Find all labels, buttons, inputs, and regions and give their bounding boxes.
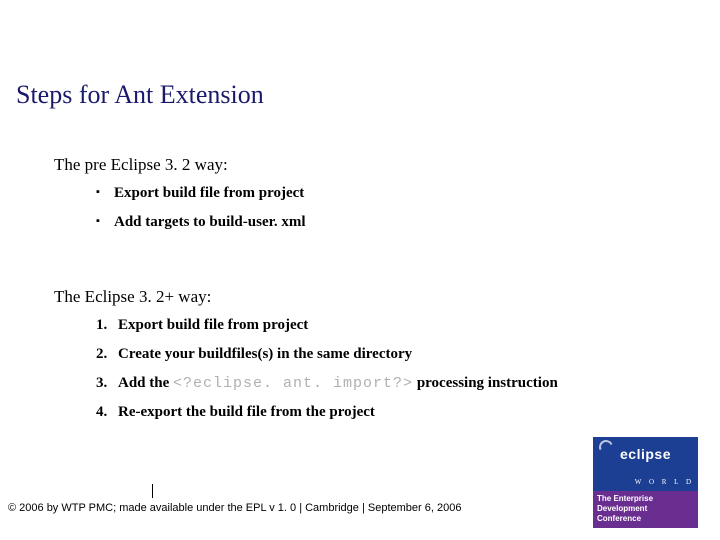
slide-title: Steps for Ant Extension — [16, 80, 264, 110]
slide: Steps for Ant Extension The pre Eclipse … — [0, 0, 720, 540]
logo-top: eclipse — [593, 437, 698, 471]
numbered-item: Create your buildfiles(s) in the same di… — [96, 346, 680, 363]
section-head-pre: The pre Eclipse 3. 2 way: — [54, 155, 680, 175]
logo-tag-line: Conference — [597, 514, 694, 524]
bullet-item: Export build file from project — [96, 185, 680, 202]
section-pre-3-2: The pre Eclipse 3. 2 way: Export build f… — [54, 155, 680, 243]
numbered-item: Export build file from project — [96, 317, 680, 334]
logo-tagline: The Enterprise Development Conference — [593, 491, 698, 528]
logo-tag-line: Development — [597, 504, 694, 514]
divider-mark — [152, 484, 153, 498]
logo-tag-line: The Enterprise — [597, 494, 694, 504]
numbered-item-prefix: Add the — [118, 375, 173, 391]
section-head-post: The Eclipse 3. 2+ way: — [54, 287, 680, 307]
swirl-icon — [597, 438, 615, 456]
eclipse-world-logo: eclipse W O R L D The Enterprise Develop… — [593, 437, 698, 528]
section-3-2-plus: The Eclipse 3. 2+ way: Export build file… — [54, 287, 680, 433]
numbered-item-suffix: processing instruction — [413, 375, 558, 391]
logo-brand: eclipse — [620, 446, 671, 462]
processing-instruction-code: <?eclipse. ant. import?> — [173, 375, 413, 392]
logo-sub: W O R L D — [593, 471, 698, 491]
numbered-item: Add the <?eclipse. ant. import?> process… — [96, 375, 680, 392]
numbered-item: Re-export the build file from the projec… — [96, 404, 680, 421]
bullet-item: Add targets to build-user. xml — [96, 214, 680, 231]
logo-sub-text: W O R L D — [635, 478, 694, 490]
footer-text: © 2006 by WTP PMC; made available under … — [8, 502, 461, 514]
